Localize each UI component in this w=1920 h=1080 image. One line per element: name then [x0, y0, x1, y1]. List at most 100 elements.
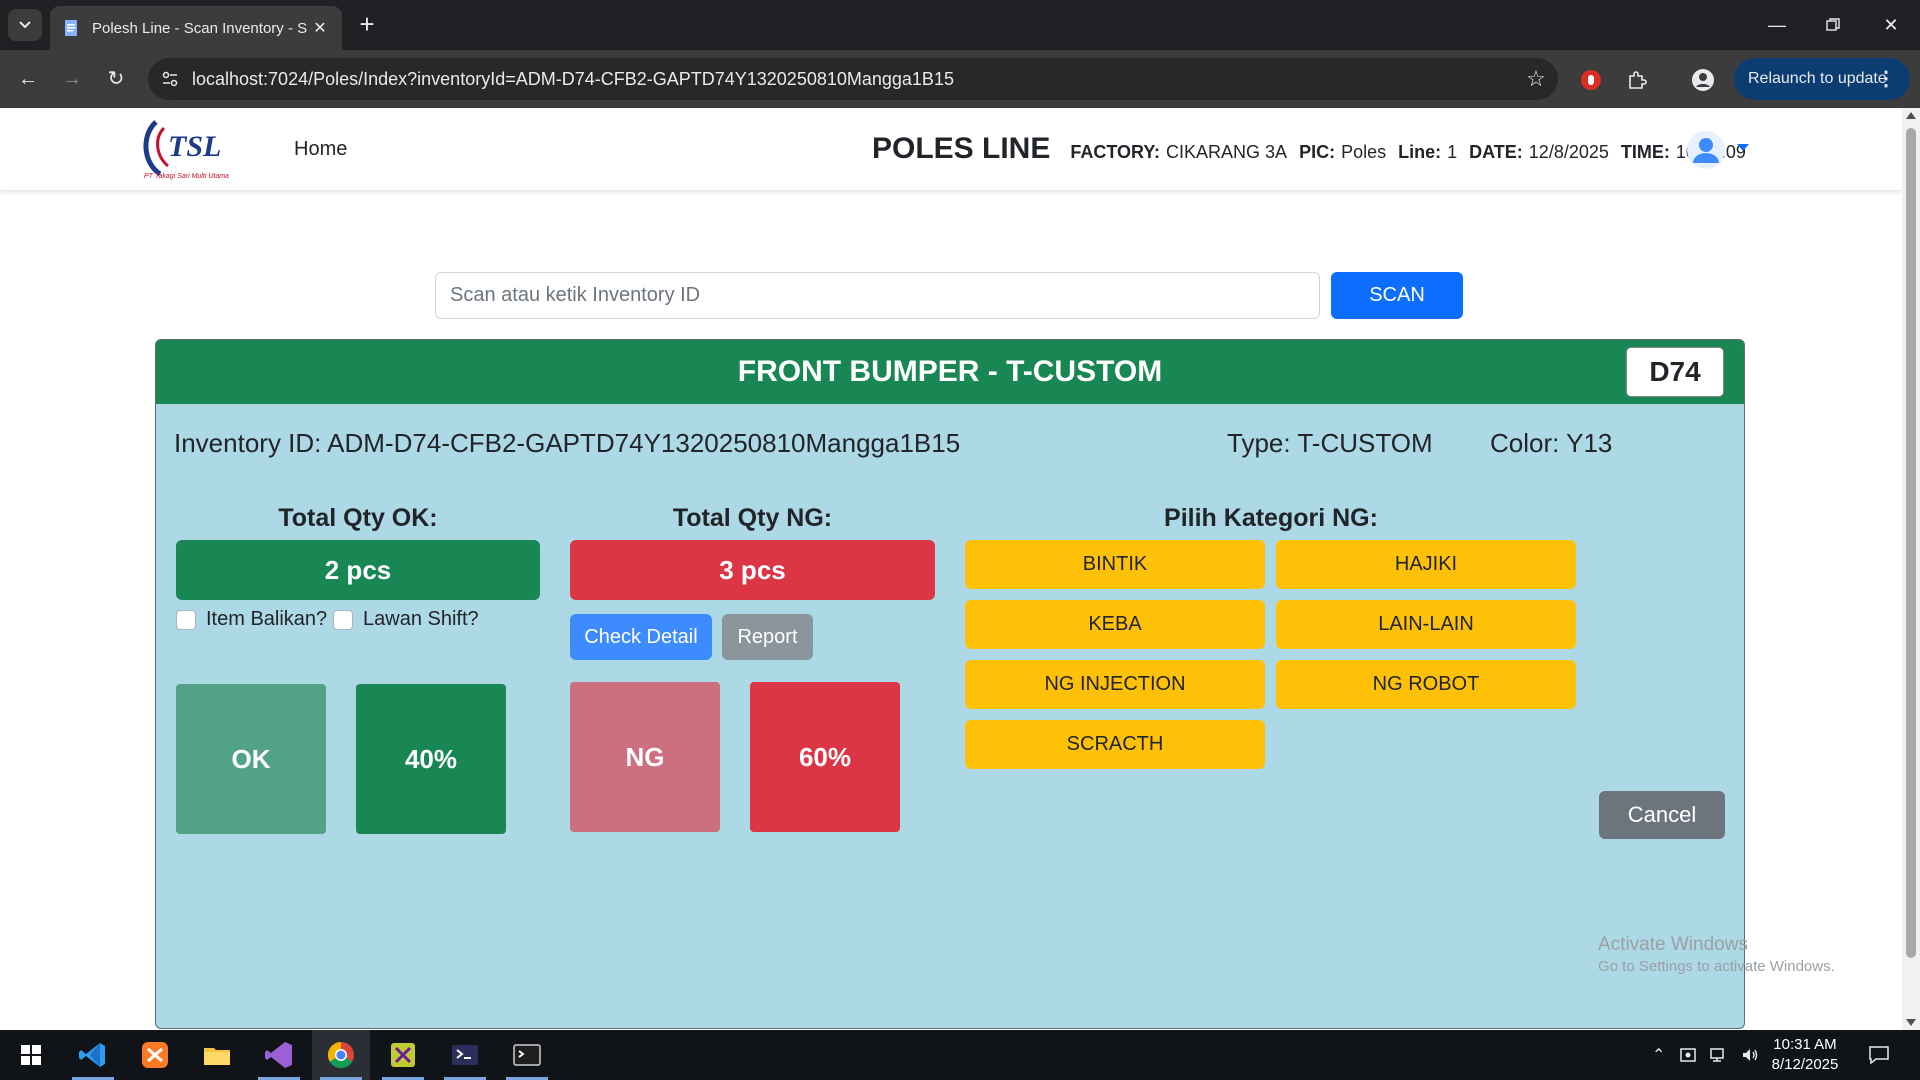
- vscode-icon[interactable]: [64, 1030, 122, 1080]
- user-avatar-icon[interactable]: [1686, 130, 1726, 170]
- page-viewport: TSL PT Takagi Sari Multi Utama Home POLE…: [0, 108, 1920, 1030]
- item-balikan-label: Item Balikan?: [206, 608, 328, 630]
- ng-category-button[interactable]: KEBA: [965, 600, 1265, 649]
- ng-category-button[interactable]: BINTIK: [965, 540, 1265, 589]
- xampp-icon[interactable]: [126, 1030, 184, 1080]
- back-icon[interactable]: ←: [12, 64, 44, 96]
- new-tab-button[interactable]: +: [352, 10, 382, 40]
- cancel-button[interactable]: Cancel: [1599, 791, 1725, 839]
- more-menu-icon[interactable]: ⋮: [1876, 66, 1896, 91]
- total-qty-ok-label: Total Qty OK:: [278, 504, 438, 532]
- bookmark-star-icon[interactable]: ☆: [1514, 66, 1558, 92]
- nav-home-link[interactable]: Home: [294, 138, 347, 161]
- factory-label: FACTORY:: [1070, 142, 1161, 162]
- pic-value: Poles: [1341, 142, 1387, 162]
- relaunch-label: Relaunch to update: [1748, 70, 1887, 87]
- clock-date: 8/12/2025: [1771, 1056, 1839, 1073]
- close-tab-icon[interactable]: ✕: [310, 18, 330, 38]
- ng-category-button[interactable]: NG ROBOT: [1276, 660, 1576, 709]
- time-label: TIME:: [1620, 142, 1670, 162]
- network-icon[interactable]: [1709, 1046, 1729, 1064]
- document-favicon-icon: [65, 20, 77, 36]
- browser-toolbar: ← → ↻ localhost:7024/Poles/Index?invento…: [0, 50, 1920, 108]
- relaunch-update-button[interactable]: Relaunch to update ⋮: [1734, 58, 1910, 100]
- item-balikan-checkbox[interactable]: Item Balikan?: [176, 608, 327, 631]
- type-text: Type: T-CUSTOM: [1227, 428, 1433, 458]
- color-text: Color: Y13: [1490, 428, 1613, 458]
- ok-percent-tile: 40%: [356, 684, 506, 834]
- company-logo[interactable]: TSL PT Takagi Sari Multi Utama: [138, 116, 268, 182]
- total-qty-ok-value: 2 pcs: [176, 540, 540, 600]
- extensions-puzzle-icon[interactable]: [1622, 65, 1652, 95]
- snipping-tool-icon[interactable]: [374, 1030, 432, 1080]
- checkbox-box[interactable]: [333, 609, 353, 630]
- extension-red-icon[interactable]: [1576, 65, 1606, 95]
- ok-button[interactable]: OK: [176, 684, 326, 834]
- restore-icon[interactable]: [1808, 10, 1858, 40]
- tab-search-button[interactable]: [8, 9, 42, 41]
- scroll-up-icon[interactable]: [1906, 112, 1916, 119]
- page-scrollbar[interactable]: [1902, 108, 1920, 1030]
- show-hidden-icons-chevron-icon[interactable]: ⌃: [1652, 1045, 1665, 1065]
- site-settings-icon[interactable]: [148, 70, 192, 88]
- inventory-card: FRONT BUMPER - T-CUSTOM D74 Inventory ID…: [155, 339, 1745, 1029]
- date-value: 12/8/2025: [1528, 142, 1609, 162]
- profile-icon[interactable]: [1688, 65, 1718, 95]
- product-code-badge: D74: [1626, 347, 1724, 397]
- ng-category-button[interactable]: HAJIKI: [1276, 540, 1576, 589]
- factory-value: CIKARANG 3A: [1166, 142, 1288, 162]
- product-title: FRONT BUMPER - T-CUSTOM: [737, 355, 1163, 388]
- report-button[interactable]: Report: [722, 614, 813, 660]
- forward-icon[interactable]: →: [56, 64, 88, 96]
- watermark-line1: Activate Windows: [1598, 934, 1748, 955]
- file-explorer-icon[interactable]: [188, 1030, 246, 1080]
- line-value: 1: [1447, 142, 1458, 162]
- minimize-icon[interactable]: —: [1752, 10, 1802, 40]
- meet-now-icon[interactable]: [1679, 1046, 1697, 1064]
- powershell-icon[interactable]: [436, 1030, 494, 1080]
- lawan-shift-checkbox[interactable]: Lawan Shift?: [333, 608, 479, 631]
- visual-studio-icon[interactable]: [250, 1030, 308, 1080]
- browser-tab-bar: Polesh Line - Scan Inventory - S ✕ + — ✕: [0, 0, 1920, 50]
- ng-category-button[interactable]: LAIN-LAIN: [1276, 600, 1576, 649]
- checkbox-box[interactable]: [176, 609, 196, 630]
- system-tray: ⌃: [1652, 1030, 1761, 1080]
- address-bar-url: localhost:7024/Poles/Index?inventoryId=A…: [192, 68, 954, 89]
- chevron-down-icon: [19, 21, 31, 29]
- page-title: POLES LINE: [872, 132, 1051, 165]
- card-header: FRONT BUMPER - T-CUSTOM D74: [156, 340, 1744, 404]
- clock-time: 10:31 AM: [1773, 1036, 1837, 1053]
- close-window-icon[interactable]: ✕: [1866, 10, 1916, 40]
- volume-icon[interactable]: [1741, 1046, 1761, 1064]
- scrollbar-thumb[interactable]: [1906, 128, 1916, 958]
- user-menu-caret-icon[interactable]: [1737, 144, 1749, 151]
- ng-category-button[interactable]: NG INJECTION: [965, 660, 1265, 709]
- inventory-id-text: Inventory ID: ADM-D74-CFB2-GAPTD74Y13202…: [174, 428, 961, 458]
- pic-label: PIC:: [1299, 142, 1336, 162]
- scan-button[interactable]: SCAN: [1331, 272, 1463, 319]
- browser-tab[interactable]: Polesh Line - Scan Inventory - S ✕: [50, 6, 342, 50]
- line-label: Line:: [1398, 142, 1442, 162]
- ng-category-button[interactable]: SCRACTH: [965, 720, 1265, 769]
- watermark-line2: Go to Settings to activate Windows.: [1598, 958, 1835, 975]
- chrome-icon[interactable]: [312, 1030, 370, 1080]
- windows-taskbar: ⌃ 10:31 AM 8/12/2025: [0, 1030, 1920, 1080]
- check-detail-button[interactable]: Check Detail: [570, 614, 712, 660]
- ng-button[interactable]: NG: [570, 682, 720, 832]
- windows-start-icon[interactable]: [2, 1030, 60, 1080]
- scan-input[interactable]: [435, 272, 1320, 319]
- total-qty-ng-label: Total Qty NG:: [672, 504, 833, 532]
- scroll-down-icon[interactable]: [1906, 1019, 1916, 1026]
- logo-subtitle: PT Takagi Sari Multi Utama: [144, 173, 229, 180]
- ng-percent-tile: 60%: [750, 682, 900, 832]
- address-bar[interactable]: localhost:7024/Poles/Index?inventoryId=A…: [148, 58, 1558, 100]
- taskbar-clock[interactable]: 10:31 AM 8/12/2025: [1762, 1035, 1848, 1075]
- app-navbar: TSL PT Takagi Sari Multi Utama Home POLE…: [0, 108, 1902, 191]
- notifications-icon[interactable]: [1868, 1045, 1890, 1065]
- reload-icon[interactable]: ↻: [100, 64, 132, 96]
- lawan-shift-label: Lawan Shift?: [363, 608, 479, 630]
- activate-windows-watermark: Activate Windows Go to Settings to activ…: [1598, 934, 1835, 975]
- tab-title: Polesh Line - Scan Inventory - S: [92, 19, 308, 37]
- terminal-icon[interactable]: [498, 1030, 556, 1080]
- header-info: POLES LINE FACTORY: CIKARANG 3A PIC: Pol…: [872, 132, 1758, 166]
